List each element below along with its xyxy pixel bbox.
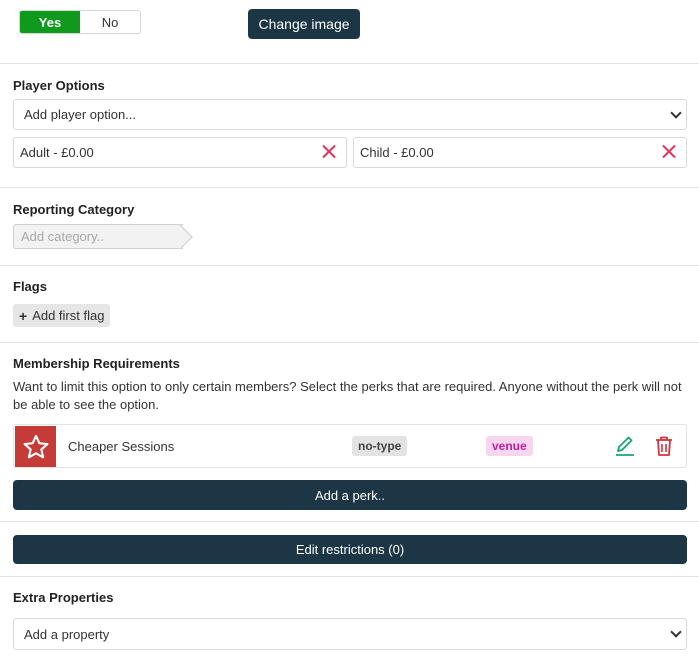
player-option-child: Child - £0.00: [353, 137, 687, 168]
flags-section: Flags + Add first flag: [0, 266, 699, 343]
chevron-down-icon: [670, 626, 682, 638]
membership-description: Want to limit this option to only certai…: [13, 379, 682, 412]
star-icon: [15, 426, 56, 467]
extra-properties-section: Extra Properties Add a property: [0, 577, 699, 670]
image-toggle-section: Yes No Change image: [0, 0, 699, 64]
membership-requirements-section: Membership Requirements Want to limit th…: [0, 343, 699, 522]
perk-scope-badge: venue: [486, 436, 533, 456]
remove-icon[interactable]: [320, 143, 338, 161]
toggle-yes-option[interactable]: Yes: [20, 11, 80, 33]
perk-row: Cheaper Sessions no-type venue: [13, 424, 687, 468]
reporting-category-section: Reporting Category Add category..: [0, 188, 699, 266]
change-image-button[interactable]: Change image: [248, 9, 360, 39]
player-option-label: Adult - £0.00: [20, 145, 94, 160]
reporting-category-title: Reporting Category: [13, 202, 135, 217]
restrictions-section: Edit restrictions (0): [0, 522, 699, 577]
add-flag-label: Add first flag: [32, 308, 105, 323]
remove-icon[interactable]: [660, 143, 678, 161]
player-option-select-placeholder: Add player option...: [24, 107, 137, 122]
player-option-select[interactable]: Add player option...: [13, 99, 687, 130]
plus-icon: +: [19, 307, 28, 324]
trash-icon[interactable]: [654, 435, 674, 457]
flags-title: Flags: [13, 279, 47, 294]
category-placeholder: Add category..: [21, 229, 104, 244]
perk-name: Cheaper Sessions: [68, 439, 175, 454]
category-input[interactable]: Add category..: [13, 224, 183, 249]
toggle-no-option[interactable]: No: [80, 11, 140, 33]
chevron-down-icon: [670, 106, 682, 119]
membership-requirements-title: Membership Requirements: [13, 356, 180, 371]
player-option-adult: Adult - £0.00: [13, 137, 347, 168]
player-options-section: Player Options Add player option... Adul…: [0, 64, 699, 188]
add-perk-button[interactable]: Add a perk..: [13, 480, 687, 510]
perk-type-badge: no-type: [352, 436, 408, 456]
pencil-icon[interactable]: [614, 435, 636, 457]
property-select-placeholder: Add a property: [24, 626, 110, 642]
player-option-label: Child - £0.00: [360, 145, 434, 160]
extra-properties-title: Extra Properties: [13, 590, 114, 605]
property-select[interactable]: Add a property: [13, 618, 687, 650]
yes-no-toggle: Yes No: [19, 10, 141, 34]
add-first-flag-button[interactable]: + Add first flag: [13, 304, 111, 327]
edit-restrictions-button[interactable]: Edit restrictions (0): [13, 535, 687, 564]
player-options-title: Player Options: [13, 78, 105, 93]
